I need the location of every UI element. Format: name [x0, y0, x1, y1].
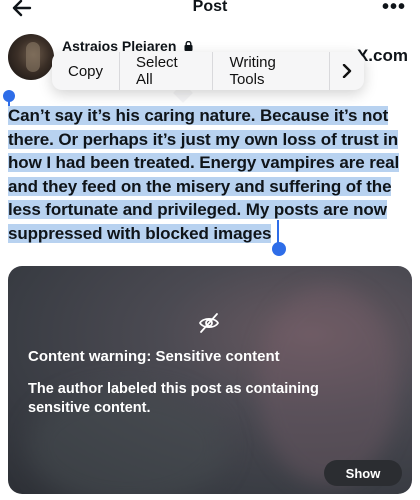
menu-next-button[interactable]: [330, 52, 364, 90]
select-all-button[interactable]: Select All: [120, 52, 214, 90]
content-warning-title: Content warning: Sensitive content: [28, 348, 280, 365]
content-warning-body: The author labeled this post as containi…: [28, 381, 319, 416]
more-options-button[interactable]: •••: [382, 0, 406, 19]
page-title: Post: [192, 0, 228, 15]
lock-icon: [184, 41, 193, 51]
avatar[interactable]: [8, 34, 54, 80]
chevron-right-icon: [342, 64, 352, 78]
copy-button[interactable]: Copy: [52, 52, 121, 90]
post-text[interactable]: Can’t say it’s his caring nature. Becaus…: [8, 104, 412, 245]
selection-end-handle[interactable]: [272, 242, 286, 256]
context-menu: Copy Select All Writing Tools: [52, 52, 364, 90]
sensitive-media-card: Content warning: Sensitive content The a…: [8, 266, 412, 494]
selected-post-text: Can’t say it’s his caring nature. Becaus…: [8, 106, 400, 243]
show-button[interactable]: Show: [324, 460, 402, 486]
top-bar: Post •••: [0, 0, 420, 20]
eye-off-icon: [198, 313, 220, 333]
domain-label: X.com: [356, 46, 408, 65]
selection-end-caret: [277, 220, 279, 244]
writing-tools-button[interactable]: Writing Tools: [213, 52, 330, 90]
